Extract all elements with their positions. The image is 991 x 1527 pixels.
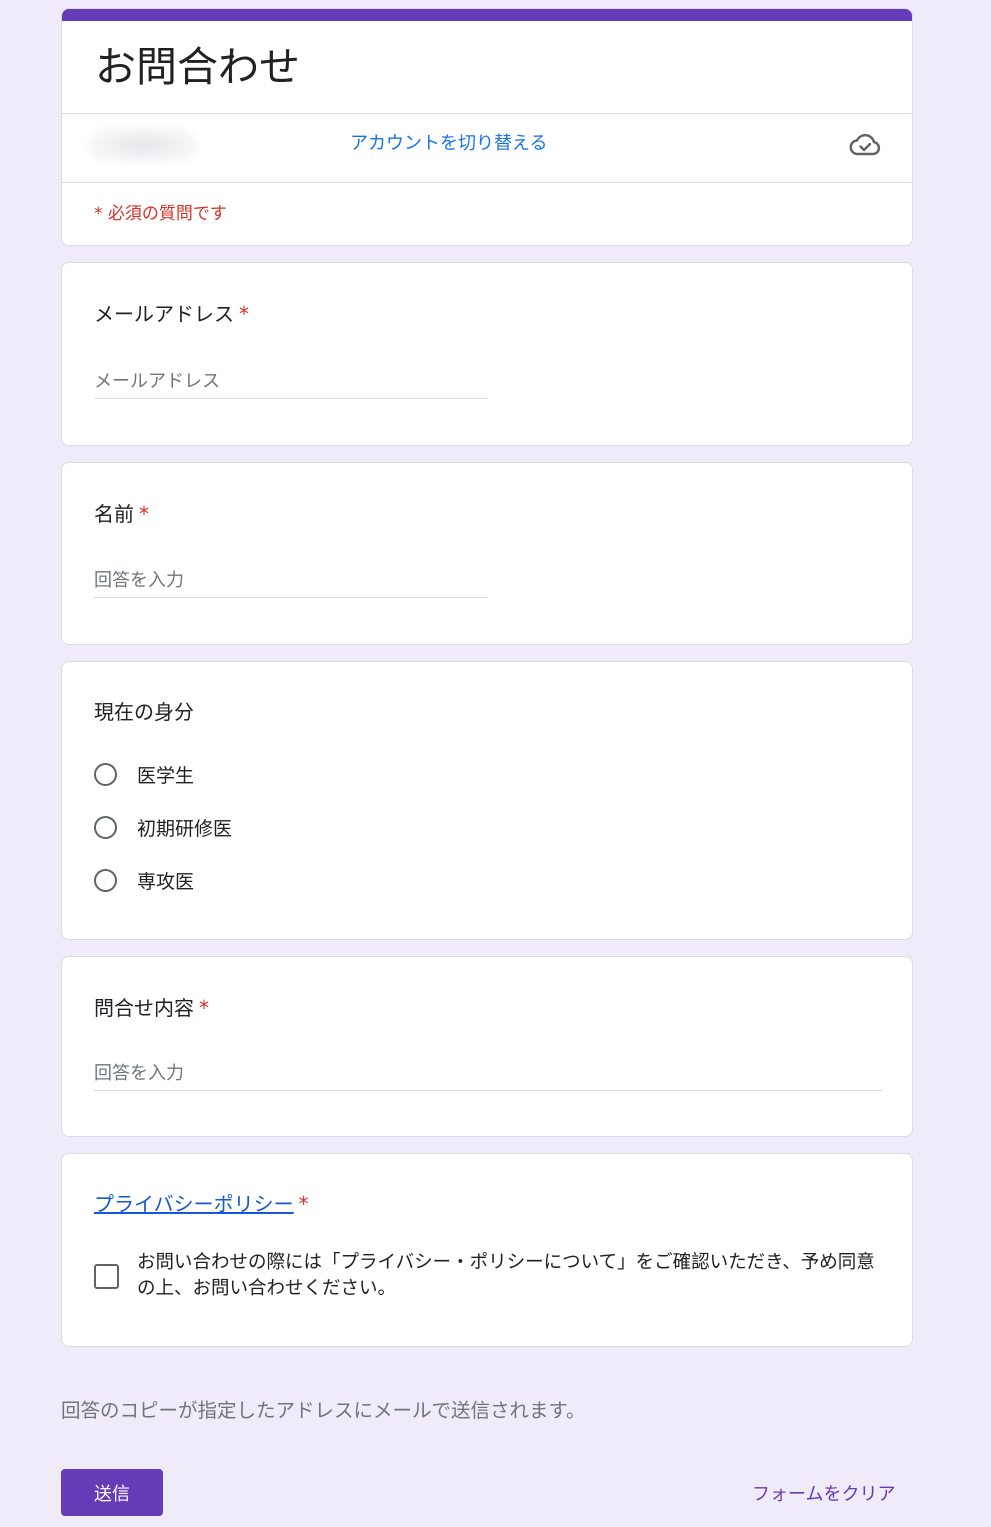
radio-option-label: 専攻医 [137,870,195,893]
required-note: * 必須の質問です [94,204,227,224]
response-copy-note: 回答のコピーが指定したアドレスにメールで送信されます。 [61,1399,586,1422]
radio-button[interactable] [94,815,117,839]
question-title-text: 現在の身分 [94,700,194,724]
required-star: * [199,996,209,1020]
question-title-status: 現在の身分 [94,696,194,725]
radio-button[interactable] [94,868,117,892]
question-title-inquiry: 問合せ内容 * [94,992,209,1021]
name-field[interactable] [94,570,488,598]
required-star: * [139,502,149,526]
question-title-text: 問合せ内容 [94,996,194,1020]
radio-option-label: 医学生 [137,764,195,787]
question-title-email: メールアドレス * [94,298,249,327]
radio-option-specialty-resident[interactable]: 専攻医 [94,865,194,895]
required-star: * [298,1192,309,1216]
privacy-agree-label: お問い合わせの際には「プライバシー・ポリシーについて」をご確認いただき、予め同意… [137,1252,875,1299]
required-star: * [239,302,249,326]
radio-option-label: 初期研修医 [137,817,233,840]
cloud-check-icon [849,133,881,156]
question-title-text: メールアドレス [94,302,234,326]
clear-form-button[interactable]: フォームをクリア [752,1480,895,1506]
question-card-name: 名前 * [61,462,913,645]
radio-option-medical-student[interactable]: 医学生 [94,759,194,789]
question-card-email: メールアドレス * [61,262,913,446]
form-header-card: お問合わせ アカウントを切り替える * 必須の質問です [61,8,913,246]
privacy-policy-link[interactable]: プライバシーポリシー [94,1192,294,1216]
privacy-agree-checkbox[interactable] [94,1264,119,1289]
account-avatar-blurred [88,127,198,163]
question-card-status: 現在の身分 医学生 初期研修医 専攻医 [61,661,913,940]
switch-account-link[interactable]: アカウントを切り替える [350,129,547,155]
question-title-privacy: プライバシーポリシー * [94,1188,309,1217]
inquiry-field[interactable] [94,1063,882,1091]
radio-button[interactable] [94,762,117,786]
question-card-privacy: プライバシーポリシー * お問い合わせの際には「プライバシー・ポリシーについて」を… [61,1153,913,1347]
email-field[interactable] [94,371,488,399]
form-title: お問合わせ [95,43,300,91]
question-title-name: 名前 * [94,498,149,527]
question-card-inquiry: 問合せ内容 * [61,956,913,1137]
divider [62,182,912,183]
submit-button[interactable]: 送信 [61,1469,163,1516]
header-accent-band [62,9,912,21]
divider [62,113,912,114]
question-title-text: 名前 [94,502,134,526]
radio-option-junior-resident[interactable]: 初期研修医 [94,812,232,842]
